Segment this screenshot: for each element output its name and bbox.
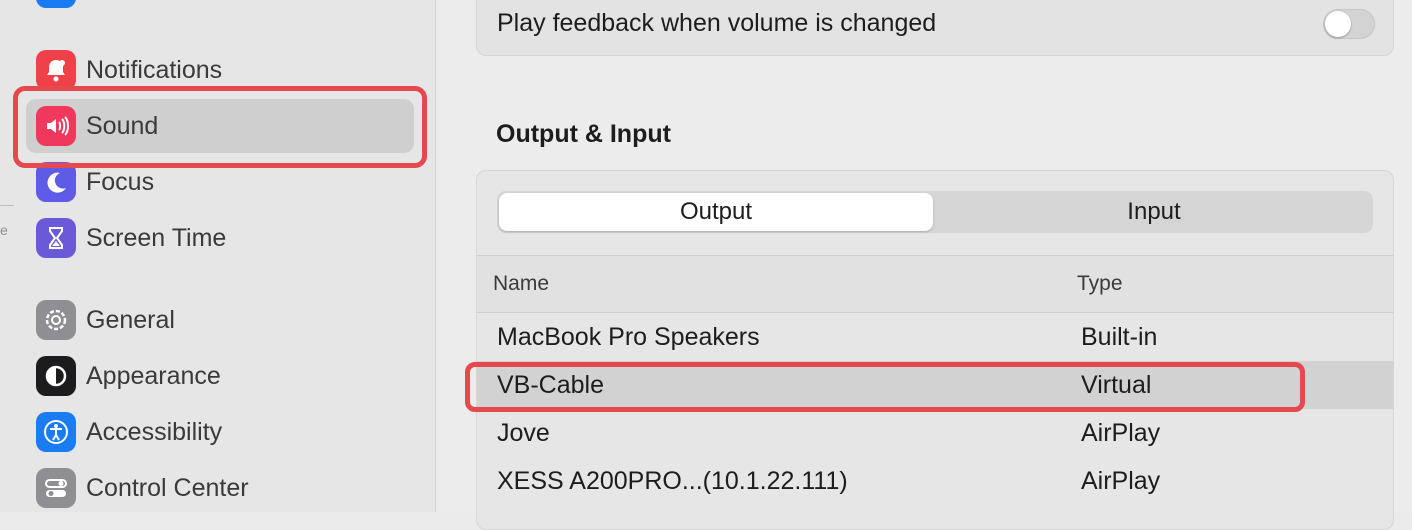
sidebar-item-label: Accessibility [86,417,223,446]
output-input-card: Output Input Name Type MacBook Pro Speak… [476,170,1394,530]
device-name: Jove [497,419,550,447]
tab-input[interactable]: Input [935,191,1373,233]
clipped-text: e [0,222,8,238]
sidebar-item-general[interactable]: General [26,293,414,347]
accessibility-icon [36,412,76,452]
sidebar-item-label: Notifications [86,55,223,84]
feedback-toggle[interactable] [1323,9,1375,39]
device-type: AirPlay [1081,467,1161,495]
sidebar-item-label: Focus [86,167,155,196]
table-row[interactable]: VB-Cable Virtual [477,361,1393,409]
hourglass-icon [36,218,76,258]
device-name: XESS A200PRO...(10.1.22.111) [497,467,848,495]
partial-app-icon [36,0,76,8]
toggle-knob [1325,11,1351,37]
table-header: Name Type [477,255,1393,313]
divider [0,205,14,206]
sidebar-item-label: Control Center [86,473,249,502]
appearance-icon [36,356,76,396]
sidebar-item-sound[interactable]: Sound [26,99,414,153]
feedback-card: Play feedback when volume is changed [476,0,1394,56]
toggles-icon [36,468,76,508]
sidebar-item-appearance[interactable]: Appearance [26,349,414,403]
sidebar-item-screen-time[interactable]: Screen Time [26,211,414,265]
sidebar: e Notifications Sound Focus Screen Time … [0,0,436,512]
moon-icon [36,162,76,202]
bell-icon [36,50,76,90]
feedback-label: Play feedback when volume is changed [497,9,937,37]
column-header-type[interactable]: Type [1077,272,1123,296]
table-row[interactable]: XESS A200PRO...(10.1.22.111) AirPlay [477,457,1393,505]
sidebar-item-notifications[interactable]: Notifications [26,43,414,97]
sidebar-item-label: Screen Time [86,223,227,252]
table-row[interactable]: Jove AirPlay [477,409,1393,457]
sidebar-item-label: General [86,305,175,334]
sidebar-item-label: Sound [86,111,159,140]
speaker-icon [36,106,76,146]
tab-output[interactable]: Output [499,193,933,231]
device-name: MacBook Pro Speakers [497,323,760,351]
gear-icon [36,300,76,340]
device-type: AirPlay [1081,419,1161,447]
device-name: VB-Cable [497,371,604,399]
column-header-name[interactable]: Name [493,272,549,296]
sidebar-item-focus[interactable]: Focus [26,155,414,209]
device-type: Virtual [1081,371,1152,399]
device-type: Built-in [1081,323,1158,351]
main-panel: Play feedback when volume is changed Out… [436,0,1412,530]
section-title: Output & Input [496,120,671,148]
table-row[interactable]: MacBook Pro Speakers Built-in [477,313,1393,361]
output-input-segmented-control: Output Input [497,191,1373,233]
sidebar-item-control-center[interactable]: Control Center [26,461,414,515]
sidebar-item-label: Appearance [86,361,221,390]
sidebar-item-accessibility[interactable]: Accessibility [26,405,414,459]
